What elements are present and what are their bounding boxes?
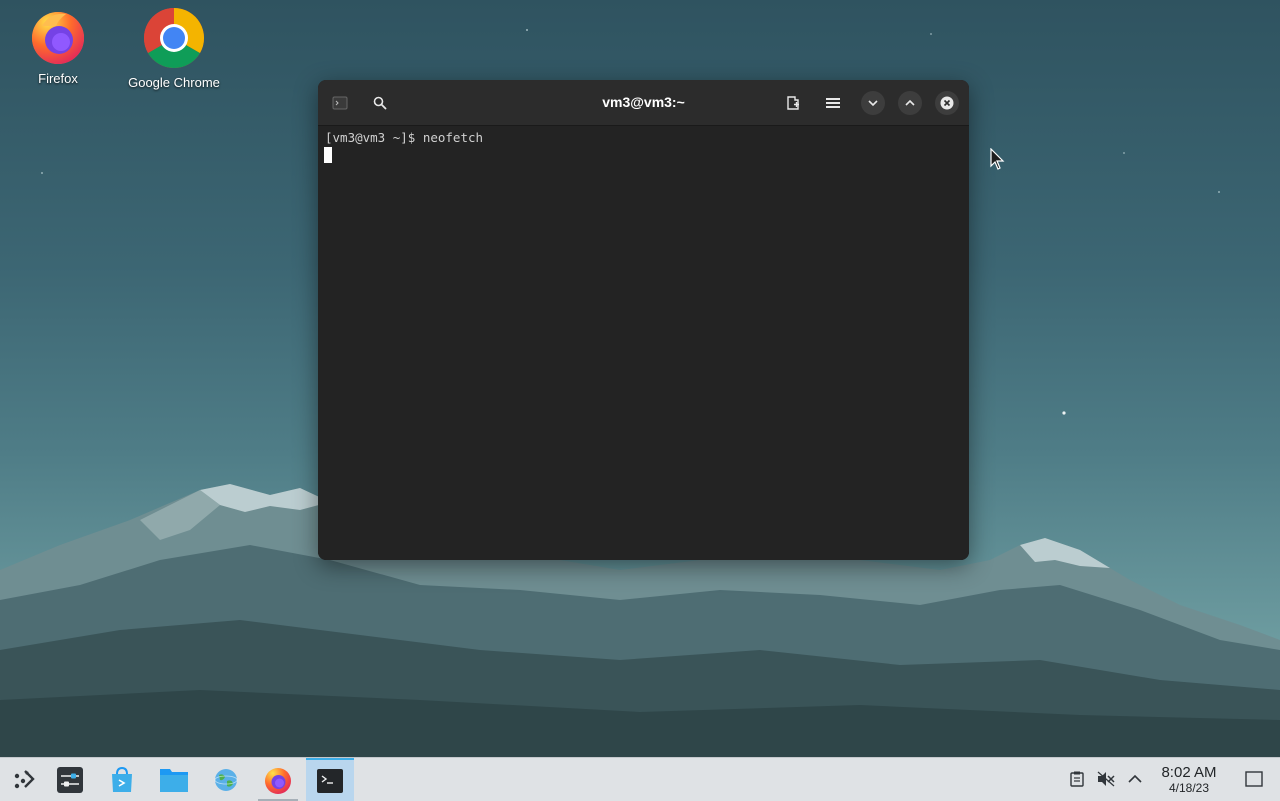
maximize-icon <box>905 99 915 106</box>
taskbar-item-firefox[interactable] <box>254 758 302 801</box>
taskbar-item-konsole[interactable] <box>306 758 354 801</box>
title-bar[interactable]: vm3@vm3:~ <box>318 80 969 126</box>
maximize-button[interactable] <box>898 91 922 115</box>
search-button[interactable] <box>368 91 392 115</box>
prompt-line: [vm3@vm3 ~]$ neofetch <box>325 130 484 145</box>
close-button[interactable] <box>935 91 959 115</box>
terminal-output[interactable]: [vm3@vm3 ~]$ neofetch <box>318 126 969 560</box>
clock-date: 4/18/23 <box>1168 781 1210 795</box>
main-menu-button[interactable] <box>821 91 845 115</box>
volume-muted-icon <box>1097 771 1115 787</box>
clipboard-button[interactable] <box>1068 770 1086 788</box>
hamburger-menu-icon <box>826 98 840 108</box>
clock[interactable]: 8:02 AM 4/18/23 <box>1150 764 1228 795</box>
close-icon <box>940 96 954 110</box>
terminal-window[interactable]: vm3@vm3:~ [vm3@vm3 ~]$ neofetch <box>318 80 969 560</box>
firefox-icon <box>265 767 291 794</box>
desktop-icon-chrome[interactable]: Google Chrome <box>119 6 229 90</box>
taskbar <box>0 757 1280 801</box>
terminal-menu-button[interactable] <box>328 91 352 115</box>
chrome-icon <box>143 7 205 69</box>
desktop: Firefox Google Chrome vm3@vm3:~ [vm3@vm3… <box>0 0 1280 757</box>
desktop-icon-label: Google Chrome <box>128 75 220 90</box>
taskbar-item-network[interactable] <box>202 758 250 801</box>
tray-expand-button[interactable] <box>1126 770 1144 788</box>
clock-time: 8:02 AM <box>1161 764 1217 781</box>
app-launcher-button[interactable] <box>0 758 48 801</box>
clipboard-icon <box>1070 771 1084 787</box>
firefox-icon <box>32 12 84 64</box>
store-icon <box>112 766 132 792</box>
taskbar-item-discover[interactable] <box>98 758 146 801</box>
desktop-icon-firefox[interactable]: Firefox <box>3 6 113 86</box>
terminal-icon <box>317 768 343 793</box>
new-tab-button[interactable] <box>781 91 805 115</box>
app-launcher-icon <box>14 769 35 788</box>
globe-icon <box>214 768 238 791</box>
search-icon <box>373 96 387 110</box>
show-desktop-icon <box>1245 771 1263 787</box>
new-tab-icon <box>787 96 799 110</box>
volume-button[interactable] <box>1097 770 1115 788</box>
show-desktop-button[interactable] <box>1245 770 1263 788</box>
desktop-icon-label: Firefox <box>38 71 78 86</box>
terminal-menu-icon <box>332 96 348 110</box>
mouse-pointer-icon <box>990 148 1005 170</box>
taskbar-item-system-settings[interactable] <box>46 758 94 801</box>
tray-expand-icon <box>1128 774 1142 783</box>
settings-icon <box>57 766 83 793</box>
text-cursor <box>324 147 332 163</box>
minimize-icon <box>868 100 878 107</box>
folder-icon <box>160 768 188 792</box>
taskbar-item-dolphin[interactable] <box>150 758 198 801</box>
minimize-button[interactable] <box>861 91 885 115</box>
